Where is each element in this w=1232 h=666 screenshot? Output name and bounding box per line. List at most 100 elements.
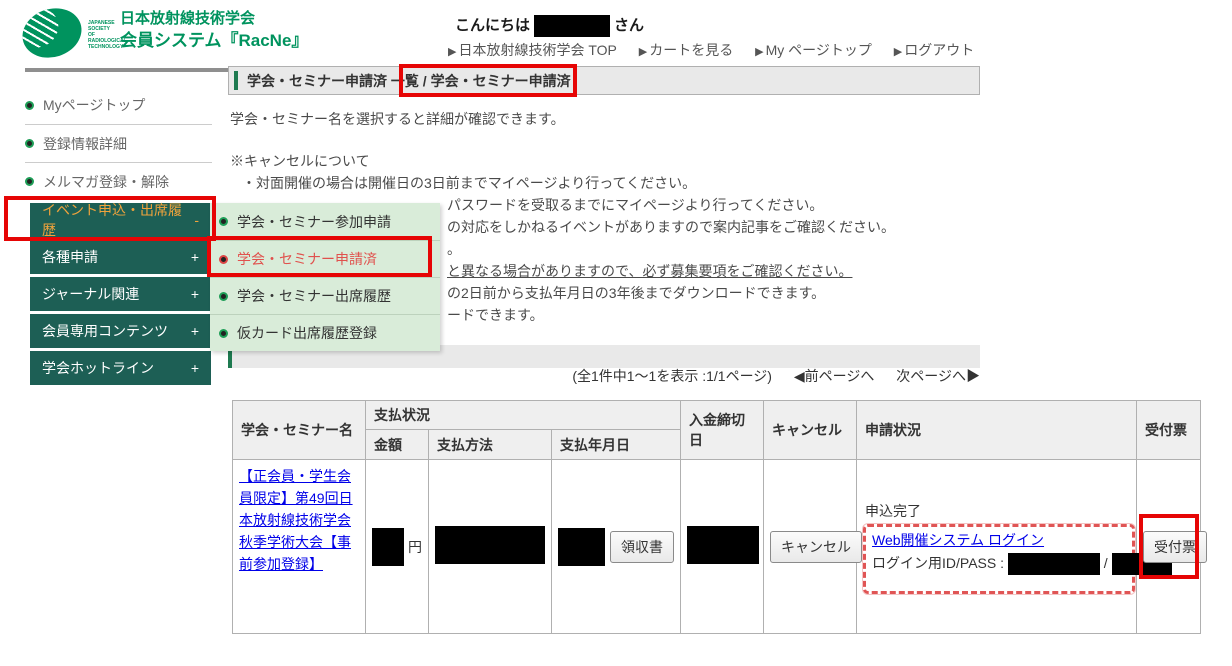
bullet-icon xyxy=(25,177,34,186)
breadcrumb-accent-bar xyxy=(234,71,238,90)
triangle-bullet-icon: ▶ xyxy=(894,46,902,58)
top-navigation: ▶日本放射線技術学会 TOP ▶カートを見る ▶My ページトップ ▶ログアウト xyxy=(448,40,992,60)
nav-link-society-top[interactable]: ▶日本放射線技術学会 TOP xyxy=(448,42,617,58)
logo-caption: JAPANESE SOCIETY OF RADIOLOGICAL TECHNOL… xyxy=(88,20,118,50)
breadcrumb-current: 学会・セミナー申請済 xyxy=(431,71,571,91)
cancel-note-title: ※キャンセルについて xyxy=(230,151,370,171)
nav-link-logout[interactable]: ▶ログアウト xyxy=(894,42,974,58)
sidebar-section-hotline[interactable]: 学会ホットライン + xyxy=(30,351,211,385)
submenu-item-seminar-applied[interactable]: 学会・セミナー申請済 xyxy=(210,240,440,277)
col-header-pay-date: 支払年月日 xyxy=(552,430,681,460)
login-info-highlight-box: Web開催システム ログイン ログイン用ID/PASS : / xyxy=(863,524,1135,594)
sidebar-item-mypage-top[interactable]: Myページトップ xyxy=(25,86,212,124)
submenu-item-seminar-apply[interactable]: 学会・セミナー参加申請 xyxy=(210,203,440,240)
racne-member-system-page: JAPANESE SOCIETY OF RADIOLOGICAL TECHNOL… xyxy=(0,0,1232,666)
note-fragment: ードできます。 xyxy=(447,305,544,325)
greeting-suffix: さん xyxy=(614,17,644,34)
submenu-label: 学会・セミナー出席履歴 xyxy=(237,286,391,306)
pay-date-redaction xyxy=(558,528,605,566)
note-fragment-emphasized: と異なる場合がありますので、必ず募集要項をご確認ください。 xyxy=(447,261,852,281)
sidebar-item-label: Myページトップ xyxy=(43,95,145,115)
receipt-button[interactable]: 領収書 xyxy=(610,531,674,563)
expand-icon: + xyxy=(191,323,199,339)
collapse-icon: - xyxy=(194,212,199,228)
triangle-bullet-icon: ▶ xyxy=(755,46,763,58)
submenu-label: 学会・セミナー申請済 xyxy=(237,249,377,269)
bullet-icon xyxy=(219,217,228,226)
web-system-login-link[interactable]: Web開催システム ログイン xyxy=(872,530,1044,550)
nav-label: カートを見る xyxy=(649,42,733,58)
idpass-line: ログイン用ID/PASS : / xyxy=(872,553,1126,575)
sidebar-section-applications[interactable]: 各種申請 + xyxy=(30,240,211,274)
sidebar-section-journal[interactable]: ジャーナル関連+ xyxy=(30,277,211,311)
next-page-link[interactable]: 次ページへ▶ xyxy=(896,368,980,384)
amount-unit: 円 xyxy=(408,537,422,557)
sidebar-section-member-contents[interactable]: 会員専用コンテンツ + xyxy=(30,314,211,348)
note-fragment: 。 xyxy=(447,239,461,259)
col-header-payment-status: 支払状況 xyxy=(366,401,681,430)
sidebar-item-label: 登録情報詳細 xyxy=(43,134,127,154)
expand-icon: + xyxy=(191,360,199,376)
header-divider xyxy=(25,68,231,72)
section-label: 各種申請 xyxy=(42,247,98,267)
event-submenu-dropdown: 学会・セミナー参加申請 学会・セミナー申請済 学会・セミナー出席履歴 仮カード出… xyxy=(210,203,440,351)
note-fragment: パスワードを受取るまでにマイページより行ってください。 xyxy=(447,195,823,215)
cancel-button[interactable]: キャンセル xyxy=(770,531,862,563)
nav-link-mypage-top[interactable]: ▶My ページトップ xyxy=(755,42,872,58)
seminar-applied-table: 学会・セミナー名 支払状況 入金締切日 キャンセル 申請状況 受付票 金額 支払… xyxy=(232,400,1201,634)
triangle-bullet-icon: ▶ xyxy=(448,46,456,58)
cancel-note-line1: ・対面開催の場合は開催日の3日前までマイページより行ってください。 xyxy=(242,173,696,193)
triangle-bullet-icon: ▶ xyxy=(639,46,647,58)
system-name: 会員システム『RacNe』 xyxy=(120,29,308,53)
login-id-redaction xyxy=(1008,553,1100,575)
expand-icon: + xyxy=(191,249,199,265)
greeting: こんにちは さん xyxy=(455,14,644,37)
submenu-item-attendance-history[interactable]: 学会・セミナー出席履歴 xyxy=(210,277,440,314)
pagination: (全1件中1～1を表示 :1/1ページ) ◀前ページへ 次ページへ▶ xyxy=(560,366,980,386)
sidebar-section-event-history[interactable]: イベント申込・出席履歴- xyxy=(30,203,211,237)
nav-link-view-cart[interactable]: ▶カートを見る xyxy=(639,42,733,58)
col-header-application-status: 申請状況 xyxy=(857,401,1137,460)
intro-text: 学会・セミナー名を選択すると詳細が確認できます。 xyxy=(230,109,565,129)
sidebar: Myページトップ 登録情報詳細 メルマガ登録・解除 xyxy=(25,86,212,200)
bullet-icon xyxy=(219,255,228,264)
nav-label: ログアウト xyxy=(904,42,974,58)
bullet-icon xyxy=(219,329,228,338)
payment-method-redaction xyxy=(435,526,545,564)
breadcrumb: 学会・セミナー申請済 一覧 / 学会・セミナー申請済 xyxy=(228,66,980,95)
col-header-amount: 金額 xyxy=(366,430,429,460)
sidebar-item-label: メルマガ登録・解除 xyxy=(43,172,169,192)
sidebar-item-mailmag[interactable]: メルマガ登録・解除 xyxy=(25,162,212,200)
bullet-icon xyxy=(25,101,34,110)
section-label: 学会ホットライン xyxy=(42,358,154,378)
submenu-label: 仮カード出席履歴登録 xyxy=(237,323,377,343)
jsrt-logo xyxy=(16,1,88,65)
nav-label: 日本放射線技術学会 TOP xyxy=(458,42,616,58)
brand-title: 日本放射線技術学会 会員システム『RacNe』 xyxy=(120,9,308,53)
greeting-prefix: こんにちは xyxy=(455,17,530,34)
nav-label: My ページトップ xyxy=(766,42,872,58)
col-header-deadline: 入金締切日 xyxy=(681,401,764,460)
submenu-item-temp-card-history[interactable]: 仮カード出席履歴登録 xyxy=(210,314,440,351)
ticket-button[interactable]: 受付票 xyxy=(1143,531,1207,563)
expand-icon: + xyxy=(191,286,199,302)
seminar-name-link[interactable]: 【正会員・学生会員限定】第49回日本放射線技術学会秋季学術大会【事前参加登録】 xyxy=(239,468,353,572)
submenu-label: 学会・セミナー参加申請 xyxy=(237,212,391,232)
logo-stripes-decoration xyxy=(16,2,64,54)
sidebar-sections: イベント申込・出席履歴- 各種申請 + ジャーナル関連+ 会員専用コンテンツ + 学… xyxy=(30,203,211,388)
table-row: 【正会員・学生会員限定】第49回日本放射線技術学会秋季学術大会【事前参加登録】 … xyxy=(233,460,1201,634)
col-header-cancel: キャンセル xyxy=(764,401,857,460)
prev-page-link[interactable]: ◀前ページへ xyxy=(794,368,875,384)
section-label: イベント申込・出席履歴 xyxy=(42,200,194,240)
deadline-redaction xyxy=(687,526,759,564)
note-fragment: の2日前から支払年月日の3年後までダウンロードできます。 xyxy=(447,283,825,303)
org-name: 日本放射線技術学会 xyxy=(120,9,308,29)
section-label: 会員専用コンテンツ xyxy=(42,321,168,341)
idpass-separator: / xyxy=(1104,555,1108,571)
note-fragment: の対応をしかねるイベントがありますので案内記事をご確認ください。 xyxy=(447,217,895,237)
bullet-icon xyxy=(219,292,228,301)
amount-redaction xyxy=(372,528,404,566)
sidebar-item-registration-detail[interactable]: 登録情報詳細 xyxy=(25,124,212,162)
application-status-text: 申込完了 xyxy=(865,501,1130,521)
breadcrumb-left: 学会・セミナー申請済 一覧 / xyxy=(247,71,427,91)
